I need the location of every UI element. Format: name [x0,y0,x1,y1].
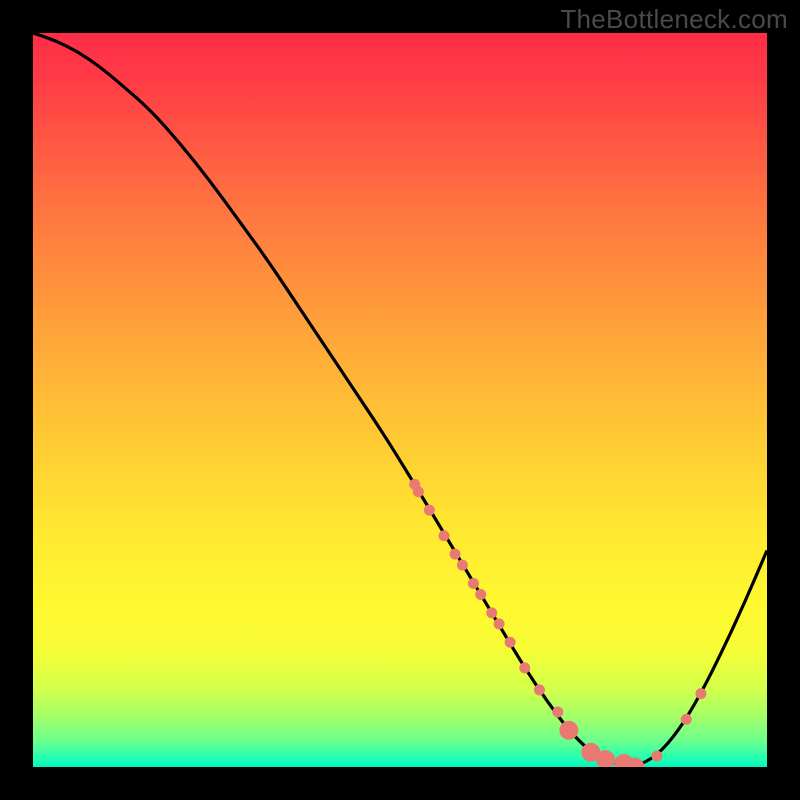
curve-marker [424,505,434,515]
curve-marker [560,721,578,739]
curve-marker [534,685,544,695]
curve-marker [696,689,706,699]
curve-marker [520,663,530,673]
curve-marker [553,707,563,717]
curve-marker [505,637,515,647]
curve-marker [597,751,615,767]
curve-svg [33,33,767,767]
marker-group [410,479,706,767]
curve-marker [457,560,467,570]
watermark-label: TheBottleneck.com [560,4,788,35]
plot-area [33,33,767,767]
curve-marker [439,531,449,541]
curve-marker [468,579,478,589]
curve-marker [487,608,497,618]
curve-marker [413,487,423,497]
curve-marker [476,590,486,600]
curve-marker [652,751,662,761]
curve-marker [494,619,504,629]
figure-root: TheBottleneck.com [0,0,800,800]
curve-marker [450,549,460,559]
curve-marker [681,714,691,724]
curve-line [33,33,767,766]
